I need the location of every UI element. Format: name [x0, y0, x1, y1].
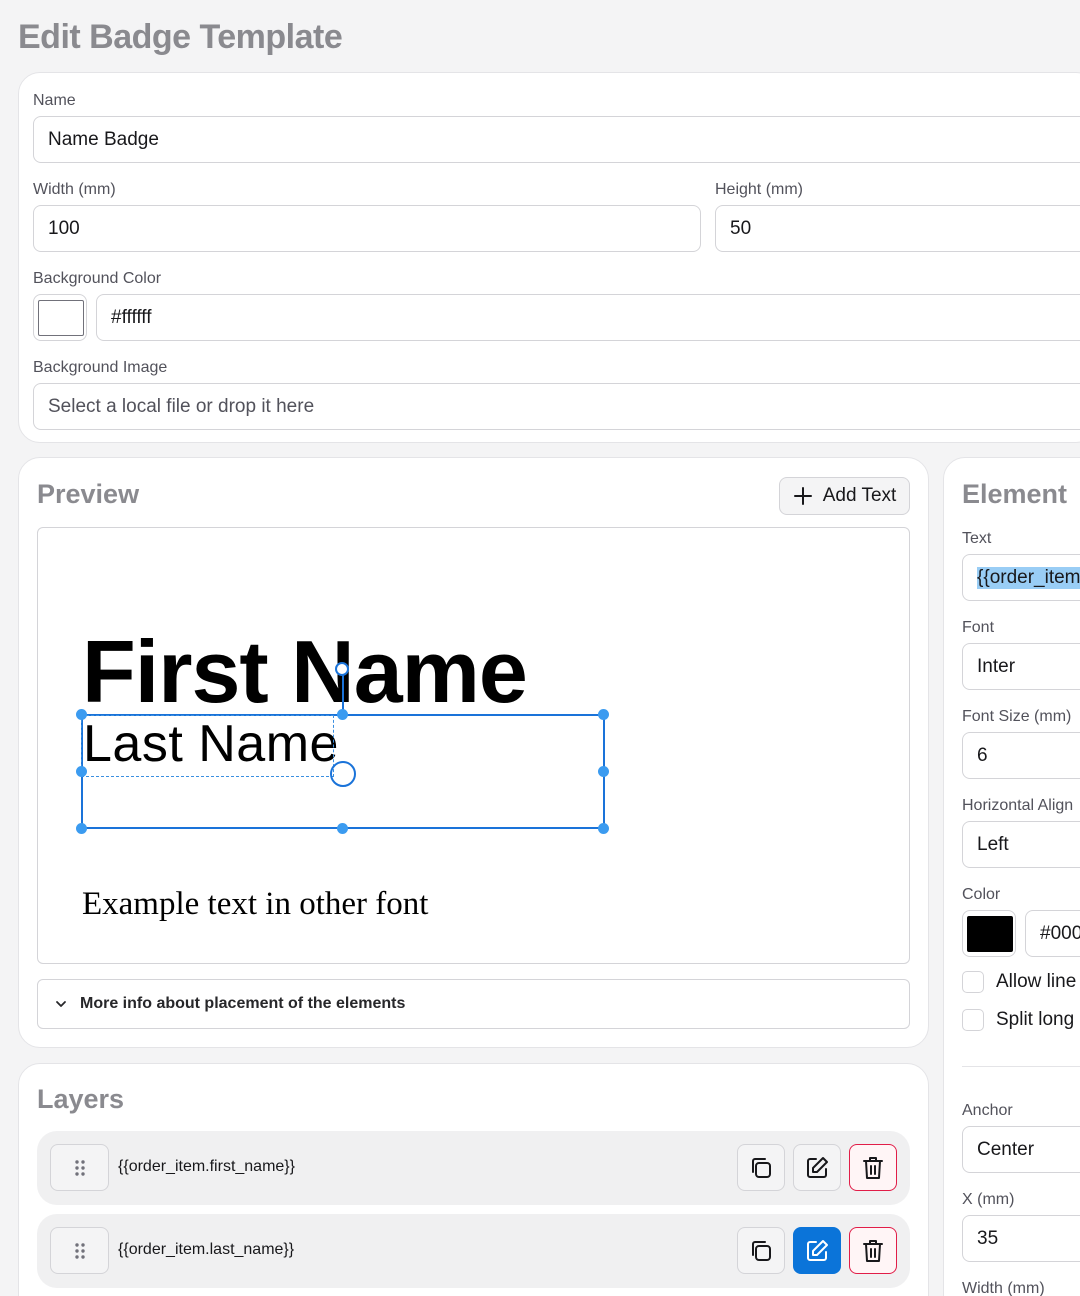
color-swatch [967, 916, 1013, 952]
height-label: Height (mm) [715, 181, 804, 198]
delete-button[interactable] [849, 1227, 897, 1274]
edit-icon [807, 1156, 828, 1178]
resize-handle-bottom-left[interactable] [76, 823, 87, 834]
layer-label: {{order_item.last_name}} [118, 1241, 295, 1258]
resize-handle-bottom[interactable] [337, 823, 348, 834]
font-size-input[interactable]: 6 [962, 732, 1080, 779]
badge-canvas[interactable]: First Name Last Name Example text in oth… [37, 527, 910, 964]
element-width-label: Width (mm) [962, 1280, 1045, 1296]
resize-handle-right[interactable] [598, 766, 609, 777]
height-input[interactable]: 50 [715, 205, 1080, 252]
anchor-label: Anchor [962, 1102, 1013, 1119]
name-input[interactable]: Name Badge [33, 116, 1080, 163]
name-label: Name [33, 92, 76, 109]
resize-handle-left[interactable] [76, 766, 87, 777]
layers-title: Layers [37, 1084, 125, 1114]
copy-icon [752, 1240, 771, 1261]
width-input[interactable]: 100 [33, 205, 701, 252]
anchor-select[interactable]: Center [962, 1126, 1080, 1173]
first-name-element[interactable]: First Name [82, 628, 528, 716]
preview-title: Preview [37, 479, 140, 509]
bg-color-swatch [38, 300, 84, 336]
resize-handle-top-right[interactable] [598, 709, 609, 720]
placement-info-toggle[interactable]: More info about placement of the element… [37, 979, 910, 1029]
layer-row[interactable]: {{order_item.first_name}} [37, 1131, 910, 1205]
edit-button[interactable] [793, 1144, 841, 1191]
add-text-button[interactable]: Add Text [779, 477, 910, 515]
bg-color-picker[interactable] [33, 294, 87, 341]
grip-icon [74, 1242, 85, 1259]
bg-image-label: Background Image [33, 359, 168, 376]
font-label: Font [962, 619, 995, 636]
copy-icon [752, 1157, 771, 1178]
chevron-down-icon [56, 1001, 66, 1007]
color-input[interactable]: #000 [1025, 910, 1080, 957]
split-long-label: Split long [996, 1009, 1075, 1030]
rotate-handle[interactable] [335, 662, 349, 676]
bg-image-dropzone[interactable]: Select a local file or drop it here [33, 383, 1080, 430]
halign-label: Horizontal Align [962, 797, 1074, 814]
grip-icon [74, 1159, 85, 1176]
drag-handle[interactable] [50, 1227, 109, 1274]
plus-icon [793, 487, 812, 505]
add-text-label: Add Text [822, 485, 897, 506]
delete-button[interactable] [849, 1144, 897, 1191]
bg-color-input[interactable]: #ffffff [96, 294, 1080, 341]
resize-handle-top-left[interactable] [76, 709, 87, 720]
font-select[interactable]: Inter [962, 643, 1080, 690]
template-settings-card: Name Name Badge Width (mm) 100 Height (m… [18, 72, 1080, 443]
resize-handle-top[interactable] [337, 709, 348, 720]
layer-label: {{order_item.first_name}} [118, 1158, 295, 1175]
edit-button-active[interactable] [793, 1227, 841, 1274]
drag-handle[interactable] [50, 1144, 109, 1191]
other-font-element[interactable]: Example text in other font [82, 886, 428, 923]
font-size-label: Font Size (mm) [962, 708, 1072, 725]
resize-handle-bottom-right[interactable] [598, 823, 609, 834]
text-bounds-outline [81, 715, 334, 777]
x-input[interactable]: 35 [962, 1215, 1080, 1262]
color-label: Color [962, 886, 1001, 903]
x-label: X (mm) [962, 1191, 1015, 1208]
halign-select[interactable]: Left [962, 821, 1080, 868]
divider [962, 1066, 1080, 1067]
color-picker[interactable] [962, 910, 1016, 957]
trash-icon [863, 1156, 883, 1179]
text-input[interactable]: {{order_item [962, 554, 1080, 601]
width-label: Width (mm) [33, 181, 116, 198]
allow-line-label: Allow line [996, 971, 1077, 992]
text-label: Text [962, 530, 992, 547]
trash-icon [863, 1239, 883, 1262]
edit-icon [807, 1239, 828, 1261]
duplicate-button[interactable] [737, 1144, 785, 1191]
text-input-selection: {{order_item [977, 566, 1080, 589]
bg-color-label: Background Color [33, 270, 162, 287]
anchor-handle[interactable] [330, 761, 356, 787]
page-title: Edit Badge Template [18, 18, 343, 56]
split-long-checkbox[interactable] [962, 1009, 984, 1031]
duplicate-button[interactable] [737, 1227, 785, 1274]
layer-row[interactable]: {{order_item.last_name}} [37, 1214, 910, 1288]
placement-info-label: More info about placement of the element… [80, 995, 406, 1012]
allow-line-checkbox[interactable] [962, 971, 984, 993]
element-title: Element [962, 479, 1068, 509]
